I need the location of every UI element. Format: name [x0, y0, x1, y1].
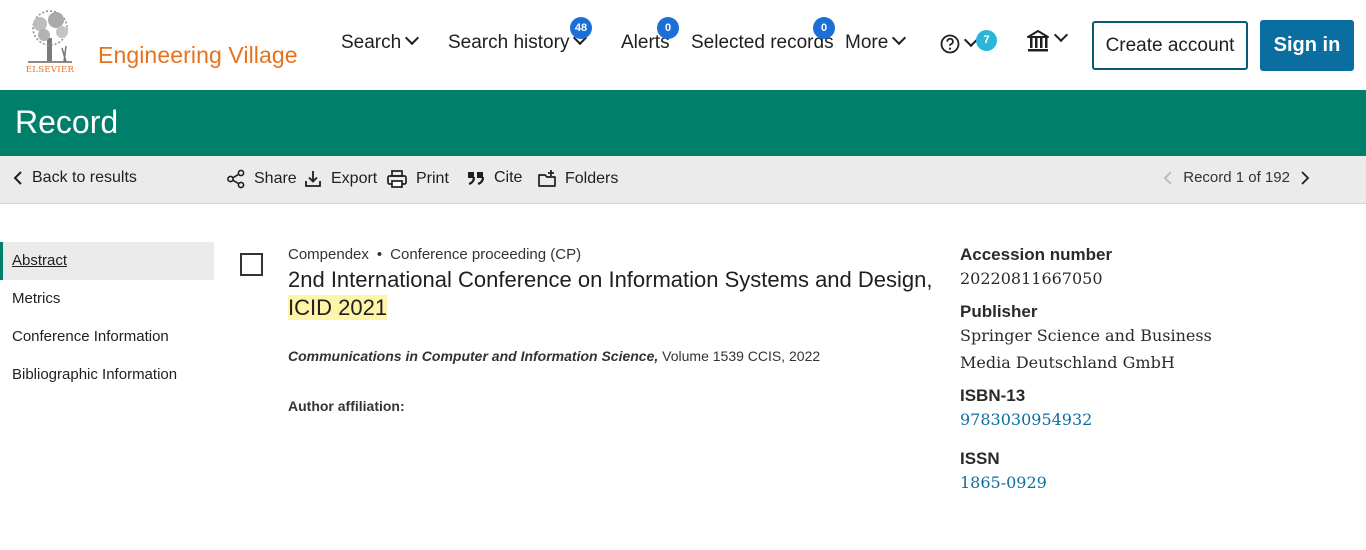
issn-label: ISSN	[960, 449, 1000, 468]
cite-label: Cite	[494, 169, 523, 186]
export-label: Export	[331, 170, 378, 187]
select-record-checkbox[interactable]	[240, 253, 263, 276]
search-history-count-badge: 48	[570, 17, 592, 39]
print-button[interactable]: Print	[386, 169, 449, 189]
back-to-results-link[interactable]: Back to results	[12, 169, 137, 187]
issn-link[interactable]: 1865-0929	[960, 469, 1340, 496]
nav-selected-records-label: Selected records	[691, 32, 834, 53]
export-icon	[305, 171, 321, 187]
record-pager: Record 1 of 192	[1163, 169, 1310, 186]
chevron-down-icon	[405, 30, 420, 46]
sidebar-item-abstract[interactable]: Abstract	[0, 242, 214, 280]
source-detail: Volume 1539 CCIS, 2022	[658, 348, 821, 364]
nav-search-history[interactable]: Search history	[448, 30, 588, 54]
next-record-icon[interactable]	[1300, 170, 1310, 186]
record-title-text: 2nd International Conference on Informat…	[288, 267, 933, 292]
folders-label: Folders	[565, 170, 619, 187]
record-title-highlight: ICID 2021	[288, 295, 388, 320]
export-button[interactable]: Export	[303, 169, 377, 189]
print-label: Print	[416, 170, 449, 187]
institution-menu[interactable]	[1026, 27, 1069, 53]
isbn-label: ISBN-13	[960, 386, 1026, 405]
document-type: Conference proceeding (CP)	[390, 246, 582, 263]
quote-icon	[468, 172, 485, 186]
nav-more-label: More	[845, 32, 889, 53]
share-icon	[227, 169, 245, 189]
record-position: Record 1 of 192	[1183, 169, 1290, 186]
folder-add-icon	[538, 170, 556, 187]
folders-button[interactable]: Folders	[537, 169, 618, 189]
page-title: Record	[15, 104, 119, 140]
record-toolbar: Back to results Share Export Print Cite …	[0, 156, 1366, 204]
top-header: ELSEVIER Engineering Village Search Sear…	[0, 0, 1366, 90]
nav-selected-records[interactable]: Selected records	[691, 32, 834, 54]
publisher-label: Publisher	[960, 302, 1038, 321]
institution-icon	[1027, 30, 1049, 52]
help-menu[interactable]	[940, 32, 979, 55]
alerts-count-badge: 0	[657, 17, 679, 39]
help-count-badge: 7	[976, 30, 997, 51]
chevron-down-icon	[1053, 27, 1069, 43]
nav-more[interactable]: More	[845, 30, 907, 54]
share-label: Share	[254, 170, 297, 187]
help-icon	[940, 34, 960, 54]
elsevier-logo[interactable]: ELSEVIER	[18, 8, 82, 78]
elsevier-wordmark: ELSEVIER	[25, 65, 75, 75]
create-account-button[interactable]: Create account	[1092, 21, 1248, 70]
record-meta: Compendex • Conference proceeding (CP)	[288, 246, 581, 263]
selected-records-count-badge: 0	[813, 17, 835, 39]
source-title[interactable]: Communications in Computer and Informati…	[288, 348, 658, 364]
nav-search-label: Search	[341, 32, 402, 53]
brand-name[interactable]: Engineering Village	[98, 42, 298, 69]
chevron-down-icon	[892, 30, 907, 46]
sidebar-item-metrics[interactable]: Metrics	[0, 280, 214, 318]
isbn-link[interactable]: 9783030954932	[960, 406, 1340, 433]
previous-record-icon[interactable]	[1163, 170, 1173, 186]
print-icon	[387, 170, 407, 188]
publisher-value: Springer Science and Business Media Deut…	[960, 326, 1212, 372]
chevron-left-icon	[13, 171, 22, 185]
database-name: Compendex	[288, 246, 369, 263]
sidebar-item-bibliographic-information[interactable]: Bibliographic Information	[0, 356, 214, 394]
sidebar-item-conference-information[interactable]: Conference Information	[0, 318, 214, 356]
share-button[interactable]: Share	[226, 169, 297, 189]
cite-button[interactable]: Cite	[466, 169, 522, 187]
page-title-bar: Record	[0, 90, 1366, 156]
record-details-panel: Accession number 20220811667050 Publishe…	[960, 245, 1340, 506]
nav-search[interactable]: Search	[341, 30, 420, 54]
nav-search-history-label: Search history	[448, 32, 570, 53]
separator-dot: •	[376, 246, 383, 263]
accession-number-value: 20220811667050	[960, 269, 1103, 288]
record-section-nav: Abstract Metrics Conference Information …	[0, 242, 214, 394]
record-title: 2nd International Conference on Informat…	[288, 266, 948, 322]
accession-number-label: Accession number	[960, 245, 1113, 264]
author-affiliation-label: Author affiliation:	[288, 398, 405, 414]
record-source: Communications in Computer and Informati…	[288, 348, 820, 364]
sign-in-button[interactable]: Sign in	[1260, 20, 1354, 71]
back-to-results-label: Back to results	[32, 169, 137, 186]
